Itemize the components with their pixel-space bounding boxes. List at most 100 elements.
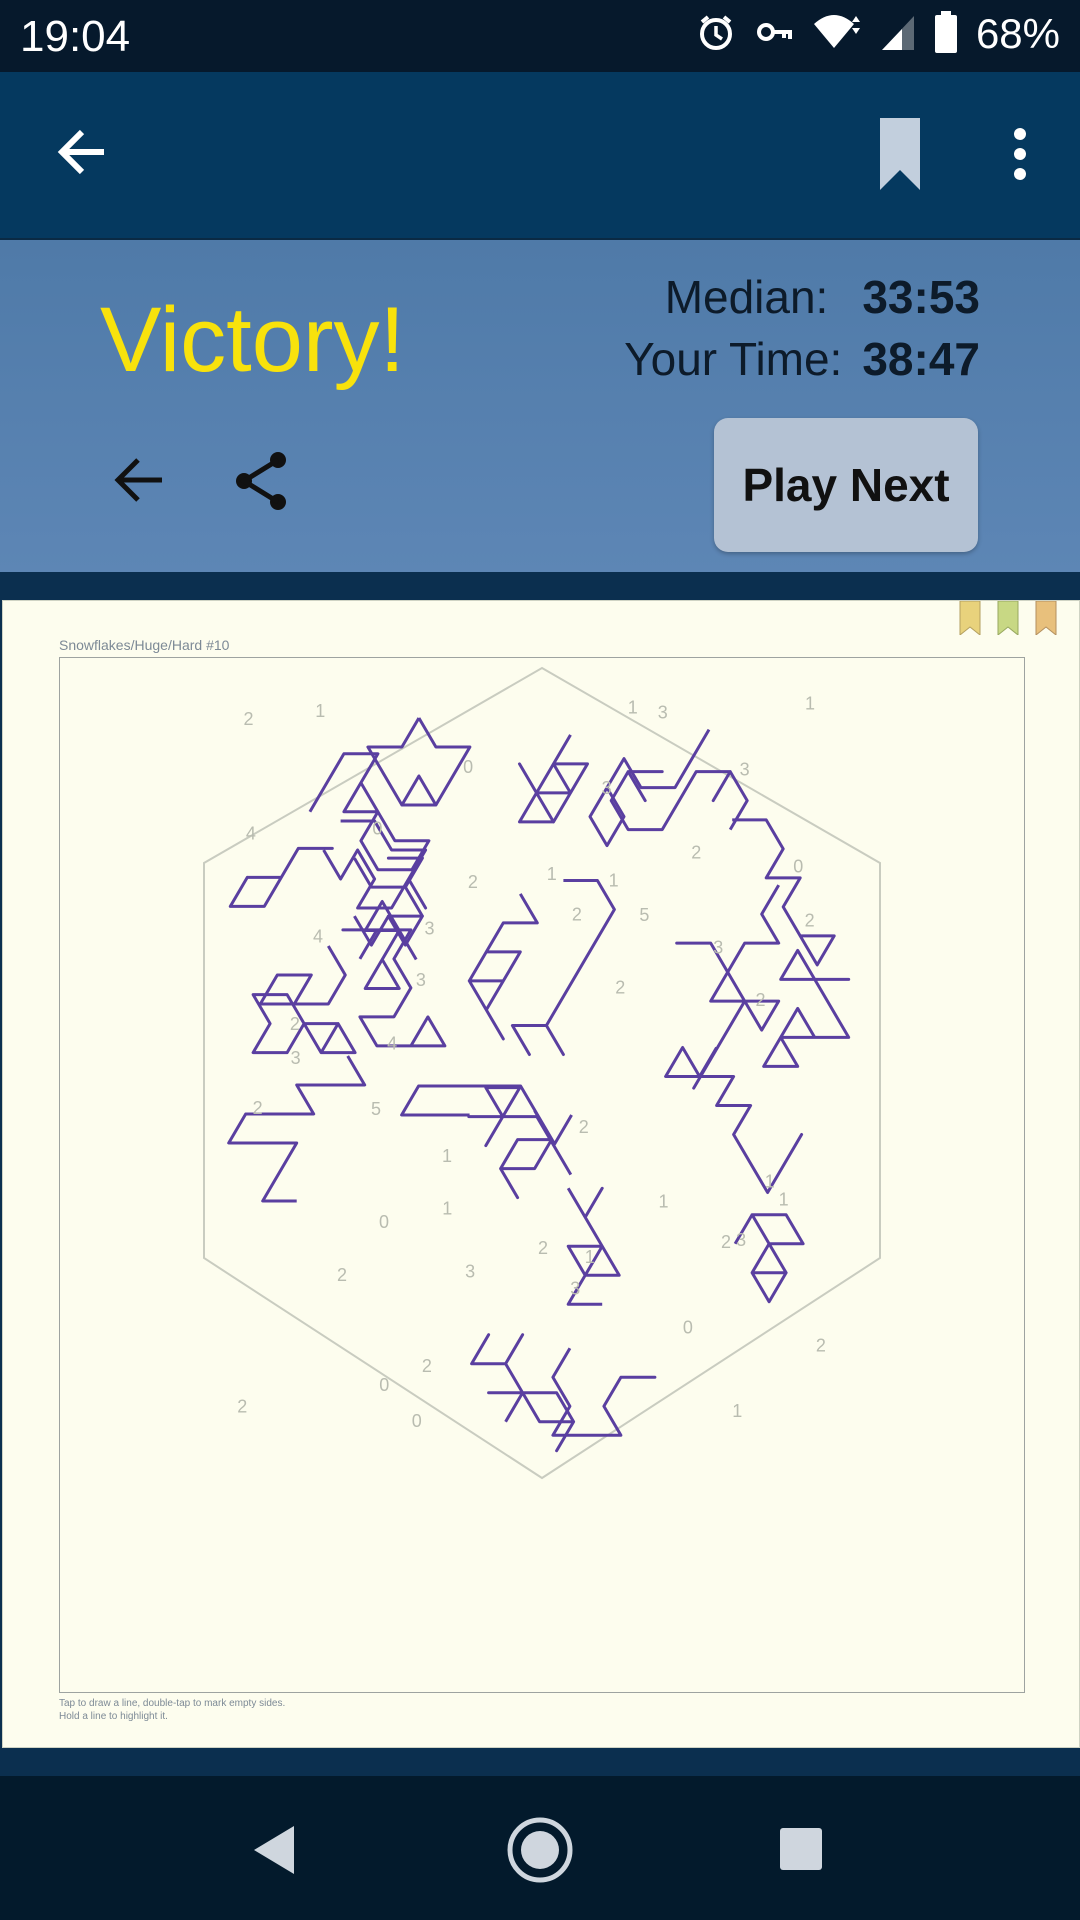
victory-title: Victory! (100, 289, 406, 391)
clue-number: 3 (465, 1261, 475, 1281)
clue-number: 2 (422, 1356, 432, 1376)
clue-number: 1 (732, 1401, 742, 1421)
app-bar (0, 72, 1080, 240)
clue-number: 4 (313, 926, 323, 946)
play-next-button[interactable]: Play Next (714, 418, 978, 552)
clue-number: 0 (412, 1411, 422, 1431)
more-vert-icon[interactable] (1012, 128, 1028, 185)
clue-number: 1 (609, 871, 619, 891)
clue-number: 2 (691, 842, 701, 862)
clue-number: 0 (793, 857, 803, 877)
clue-number: 0 (463, 757, 473, 777)
status-bar: 19:04 68% (0, 0, 1080, 72)
clue-number: 3 (658, 703, 668, 723)
median-value: 33:53 (862, 271, 980, 323)
clue-number: 3 (602, 778, 612, 798)
your-time-value: 38:47 (862, 333, 980, 385)
loop-segment (227, 1055, 367, 1203)
clue-number: 2 (579, 1117, 589, 1137)
clue-number: 0 (379, 1212, 389, 1232)
clue-number: 3 (740, 760, 750, 780)
clue-number: 3 (424, 919, 434, 939)
puzzle-name: Snowflakes/Huge/Hard #10 (59, 637, 230, 653)
clue-number: 5 (371, 1099, 381, 1119)
loop-segment (664, 1046, 804, 1194)
puzzle-grid-canvas[interactable]: 0312322120121002310140253432121342 120532… (60, 658, 1024, 1692)
clue-number: 0 (379, 1375, 389, 1395)
bookmark-icon[interactable] (878, 116, 922, 197)
clue-number: 2 (721, 1232, 731, 1252)
ribbon-icon (997, 601, 1019, 635)
hint-line-2: Hold a line to highlight it. (59, 1711, 168, 1722)
clue-number: 1 (805, 693, 815, 713)
median-label: Median: (664, 271, 829, 323)
clue-number: 2 (816, 1335, 826, 1355)
clue-number: 3 (713, 938, 723, 958)
grid-outline (203, 666, 881, 1480)
clue-number: 2 (755, 990, 765, 1010)
battery-icon (934, 10, 958, 58)
clue-number: 1 (779, 1189, 789, 1209)
clue-number: 5 (639, 905, 649, 925)
clue-number: 2 (290, 1014, 300, 1034)
puzzle-board: Snowflakes/Huge/Hard #10 031232212012100… (2, 600, 1080, 1748)
clue-number: 1 (658, 1191, 668, 1211)
loop-segment (762, 948, 851, 1068)
clue-number: 0 (372, 818, 382, 838)
your-time-label: Your Time: (624, 333, 843, 385)
clue-number: 2 (337, 1265, 347, 1285)
wifi-icon (812, 12, 862, 57)
puzzle-grid[interactable]: 0312322120121002310140253432121342120532… (59, 657, 1025, 1693)
loop-segment (467, 893, 539, 1041)
nav-back-icon[interactable] (250, 1824, 300, 1881)
status-icons: 68% (696, 10, 1060, 58)
clue-number: 3 (570, 1279, 580, 1299)
loop-segment (470, 1333, 576, 1453)
ribbon-icon (1035, 601, 1057, 635)
hint-line-1: Tap to draw a line, double-tap to mark e… (59, 1698, 286, 1709)
clue-number: 1 (585, 1247, 595, 1267)
loop-segment (228, 846, 334, 908)
clue-number: 1 (765, 1171, 775, 1191)
clue-number: 2 (253, 1098, 263, 1118)
victory-panel: Victory! Median: 33:53 Your Time: 38:47 … (0, 240, 1080, 572)
clue-number: 2 (538, 1238, 548, 1258)
puzzle-hint: Tap to draw a line, double-tap to mark e… (59, 1697, 285, 1723)
clue-number: 1 (628, 698, 638, 718)
loop-segment (467, 1086, 573, 1176)
battery-percent: 68% (975, 10, 1060, 57)
time-stats: Median: 33:53 Your Time: 38:47 (624, 270, 980, 394)
clue-number: 4 (387, 1033, 397, 1053)
median-row: Median: 33:53 (624, 270, 980, 332)
clue-number: 2 (243, 709, 253, 729)
clue-number: 1 (442, 1146, 452, 1166)
share-icon[interactable] (232, 450, 292, 517)
clue-number: 2 (237, 1397, 247, 1417)
vpn-key-icon (754, 12, 794, 57)
your-time-row: Your Time: 38:47 (624, 332, 980, 394)
clue-number: 2 (468, 872, 478, 892)
clue-number: 0 (683, 1318, 693, 1338)
loop-segment (308, 752, 431, 872)
clue-number: 3 (416, 970, 426, 990)
loop-segment (733, 1213, 805, 1304)
navigation-bar (0, 1776, 1080, 1920)
solution-lines (227, 717, 851, 1453)
clue-number: 1 (315, 701, 325, 721)
alarm-icon (696, 12, 736, 57)
status-time: 19:04 (20, 12, 131, 61)
ribbon-icon (959, 601, 981, 635)
clue-number: 3 (736, 1230, 746, 1250)
back-arrow-icon[interactable] (112, 456, 164, 509)
nav-home-icon[interactable] (506, 1816, 574, 1889)
clue-number: 1 (442, 1199, 452, 1219)
clue-number: 4 (246, 824, 256, 844)
clue-number: 2 (805, 911, 815, 931)
clue-number: 2 (615, 977, 625, 997)
loop-segment (518, 734, 589, 824)
nav-recent-icon[interactable] (778, 1826, 824, 1877)
loop-segment (366, 717, 472, 807)
loop-segment (675, 884, 781, 1090)
ribbons (959, 601, 1057, 635)
back-arrow-icon[interactable] (54, 124, 110, 185)
